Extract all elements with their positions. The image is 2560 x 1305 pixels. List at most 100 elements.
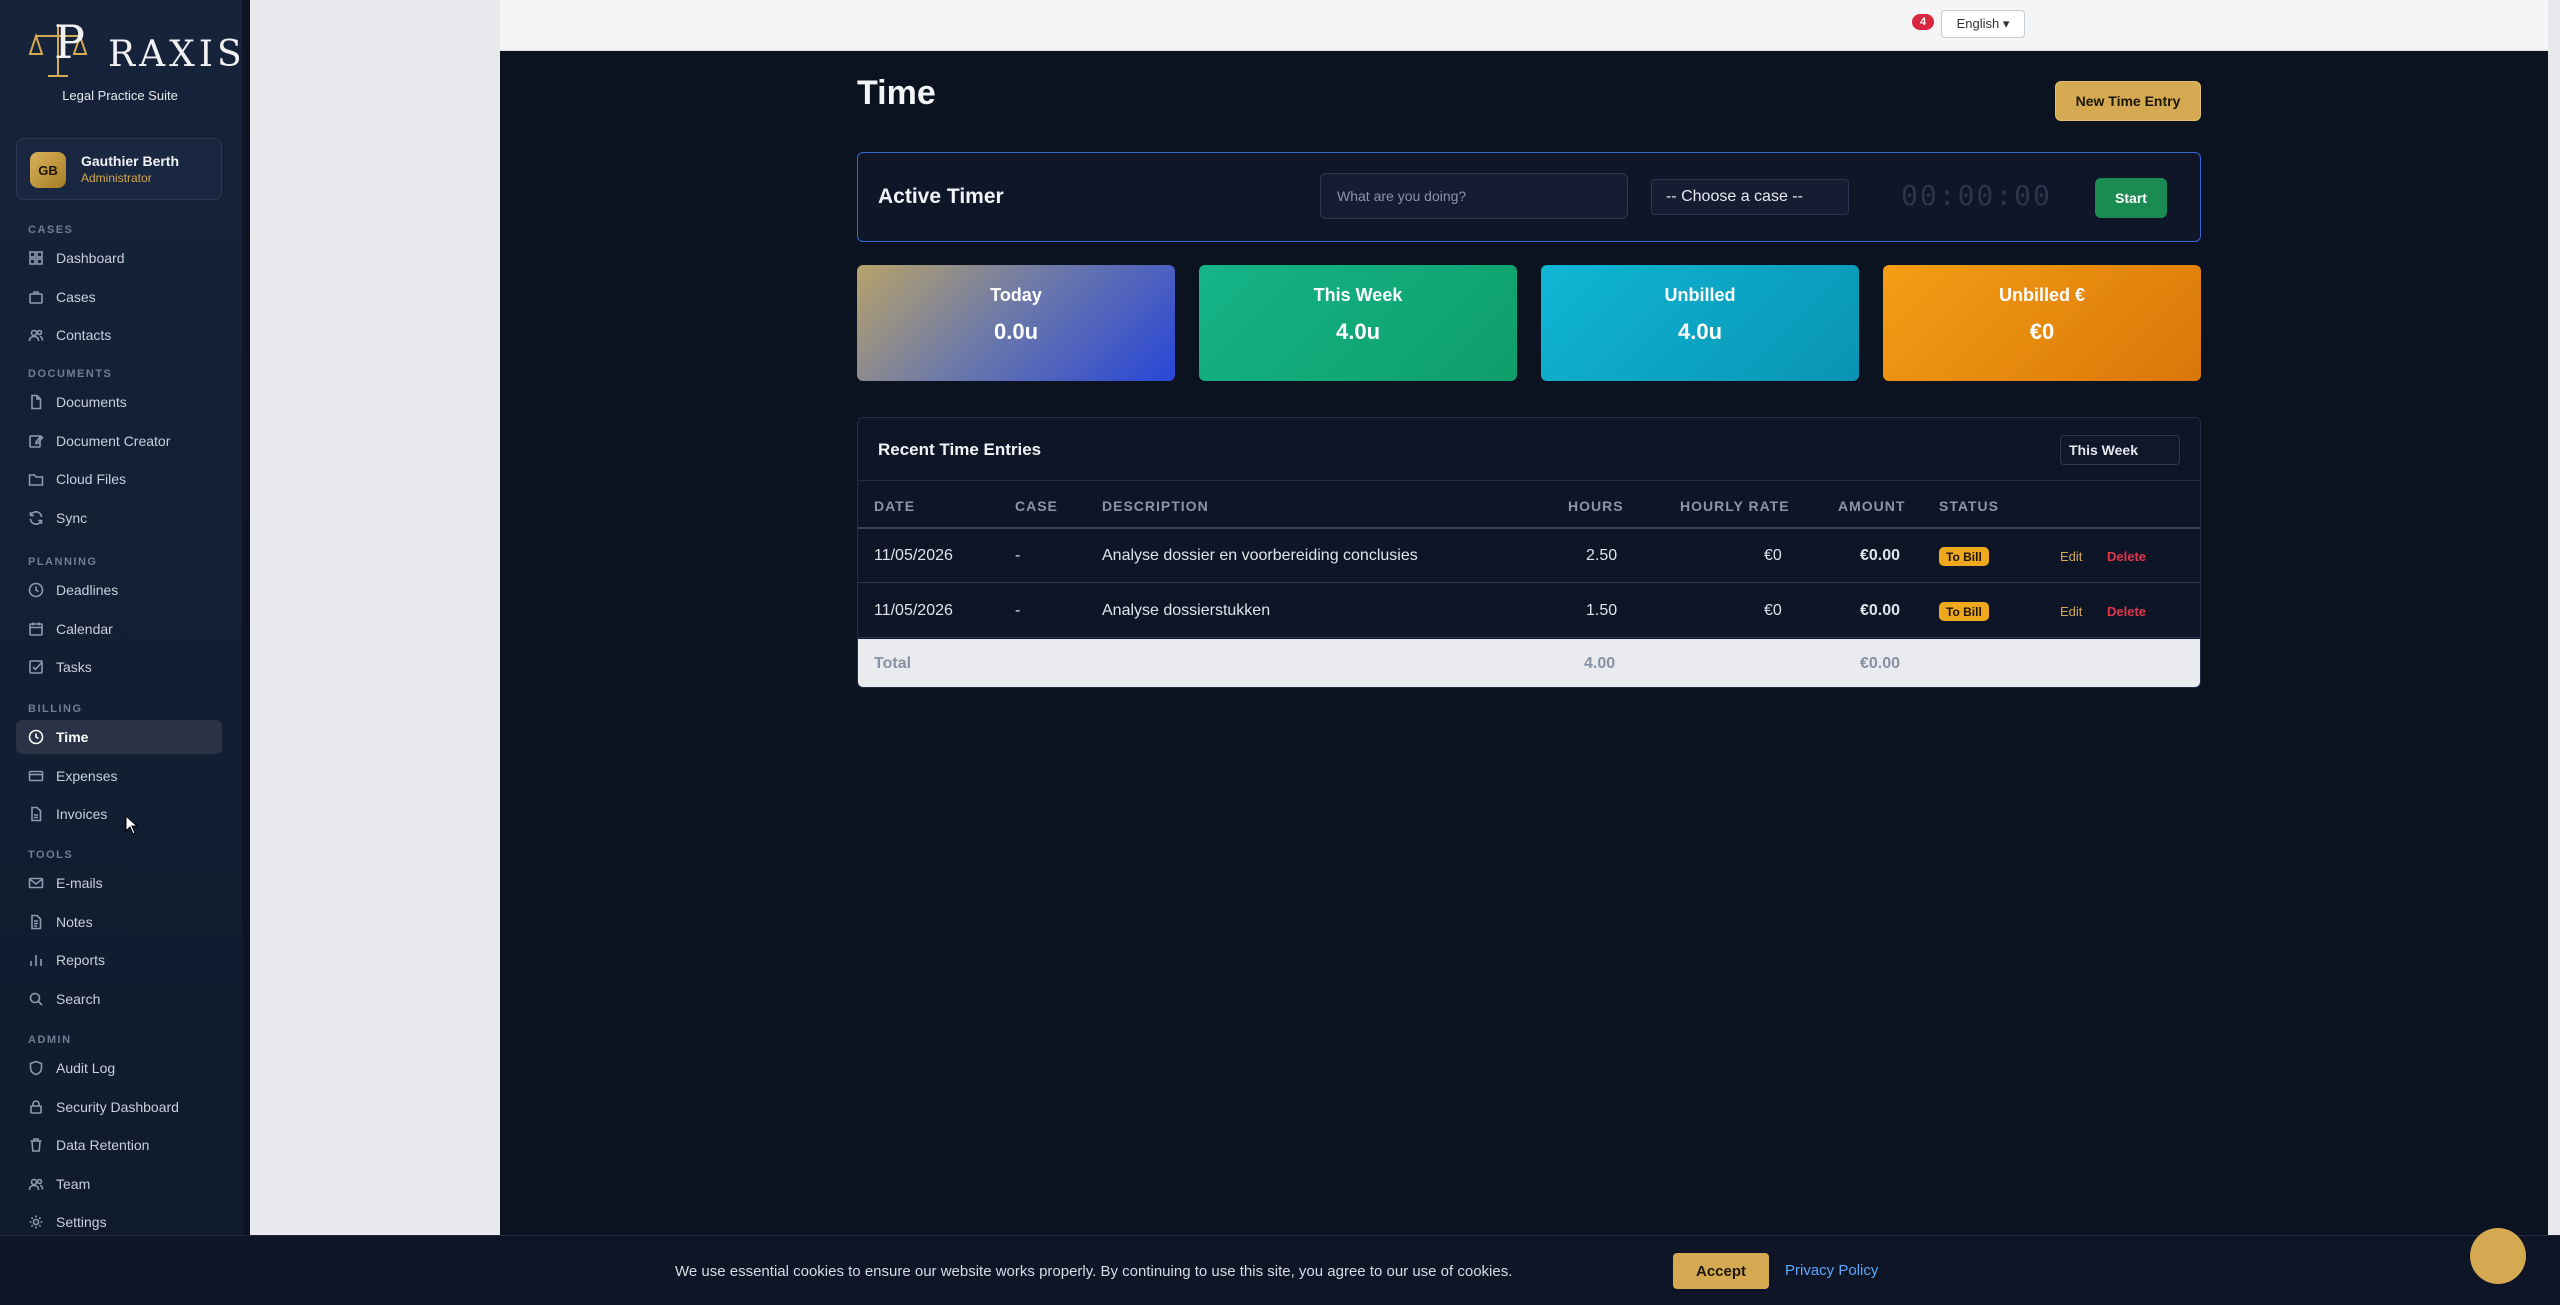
scales-of-justice-icon: P — [28, 15, 88, 77]
cell-hourly-rate: €0 — [1764, 602, 1782, 619]
sidebar-item-label: Document Creator — [56, 432, 171, 449]
sidebar-item-label: Data Retention — [56, 1137, 150, 1153]
stat-card-today: Today 0.0u — [857, 265, 1175, 381]
active-timer-title: Active Timer — [878, 185, 1004, 208]
sidebar-item-documents[interactable]: Documents — [16, 385, 222, 419]
status-badge: To Bill — [1939, 547, 1989, 566]
sidebar-section-label: PLANNING — [28, 556, 98, 568]
lock-icon — [30, 1099, 42, 1114]
sidebar-section-label: CASES — [28, 224, 74, 236]
sidebar-item-label: Reports — [56, 952, 106, 968]
sidebar-item-security-dashboard[interactable]: Security Dashboard — [16, 1090, 222, 1124]
users-icon — [28, 329, 44, 342]
column-header-description[interactable]: DESCRIPTION — [1102, 498, 1209, 514]
timer-description-input[interactable]: What are you doing? — [1320, 173, 1628, 219]
sidebar-item-label: Dashboard — [56, 250, 125, 266]
divider — [858, 480, 2200, 481]
sidebar-item-invoices[interactable]: Invoices — [16, 797, 222, 831]
delete-link[interactable]: Delete — [2107, 604, 2146, 619]
cell-case: - — [1015, 547, 1021, 564]
cell-amount: €0.00 — [1860, 547, 1901, 564]
edit-link[interactable]: Edit — [2060, 549, 2082, 564]
case-select[interactable]: -- Choose a case -- — [1651, 179, 1849, 215]
cell-date: 11/05/2026 — [874, 547, 953, 564]
sidebar-item-data-retention[interactable]: Data Retention — [16, 1128, 222, 1162]
sidebar-item-dashboard[interactable]: Dashboard — [16, 241, 222, 275]
sidebar-item-e-mails[interactable]: E-mails — [16, 866, 222, 900]
new-time-entry-button[interactable]: New Time Entry — [2055, 81, 2201, 121]
user-card[interactable]: GB Gauthier Berth Administrator — [16, 138, 222, 200]
stat-card-unbilled-eur: Unbilled € €0 — [1883, 265, 2201, 381]
sidebar-scrollbar[interactable] — [242, 0, 246, 1305]
sidebar-item-deadlines[interactable]: Deadlines — [16, 573, 222, 607]
privacy-policy-link[interactable]: Privacy Policy — [1785, 1262, 1878, 1279]
status-badge: To Bill — [1939, 602, 1989, 621]
total-amount: €0.00 — [1860, 655, 1901, 672]
edit-icon — [29, 434, 44, 448]
sidebar-item-settings[interactable]: Settings — [16, 1205, 222, 1239]
sidebar-item-label: Audit Log — [56, 1060, 116, 1076]
sidebar-section-label: ADMIN — [28, 1034, 72, 1046]
timer-clock: 00:00:00 — [1901, 179, 2052, 212]
sidebar-section-label: BILLING — [28, 703, 83, 715]
sidebar-item-sync[interactable]: Sync — [16, 501, 222, 535]
sidebar-item-label: Contacts — [56, 327, 112, 343]
sidebar-item-label: Time — [56, 729, 89, 745]
delete-link[interactable]: Delete — [2107, 549, 2146, 564]
mouse-cursor-icon — [125, 815, 139, 835]
accept-cookies-button[interactable]: Accept — [1673, 1253, 1769, 1289]
search-icon — [29, 992, 43, 1006]
card-icon — [28, 770, 44, 781]
sidebar-item-label: Deadlines — [56, 582, 119, 598]
sidebar-item-label: Team — [56, 1175, 91, 1192]
notification-badge[interactable]: 4 — [1912, 14, 1934, 30]
sidebar-item-tasks[interactable]: Tasks — [16, 650, 222, 684]
cell-case: - — [1015, 602, 1021, 619]
table-row[interactable]: 11/05/2026 - Analyse dossierstukken 1.50… — [858, 584, 2200, 638]
page-scrollbar[interactable] — [2548, 0, 2560, 1305]
sidebar-item-contacts[interactable]: Contacts — [16, 318, 222, 352]
sidebar-item-time[interactable]: Time — [16, 720, 222, 754]
stat-label: Today — [990, 285, 1042, 305]
file-icon — [31, 394, 42, 410]
stat-label: This Week — [1313, 285, 1403, 305]
table-row[interactable]: 11/05/2026 - Analyse dossier en voorbere… — [858, 529, 2200, 583]
cell-date: 11/05/2026 — [874, 602, 953, 619]
sidebar-item-team[interactable]: Team — [16, 1167, 222, 1201]
sidebar-item-label: Notes — [56, 913, 93, 930]
column-header-hours[interactable]: HOURS — [1568, 498, 1624, 514]
briefcase-icon — [29, 290, 43, 304]
sidebar-item-audit-log[interactable]: Audit Log — [16, 1051, 222, 1085]
praxis-logo[interactable]: P RAXIS — [28, 15, 242, 80]
invoice-icon — [31, 806, 42, 822]
edit-link[interactable]: Edit — [2060, 604, 2082, 619]
sidebar-item-cloud-files[interactable]: Cloud Files — [16, 462, 222, 496]
bar-chart-icon — [30, 955, 42, 966]
sidebar-item-label: Security Dashboard — [56, 1098, 179, 1115]
column-header-case[interactable]: CASE — [1015, 498, 1058, 514]
avatar: GB — [30, 152, 66, 188]
sidebar-item-notes[interactable]: Notes — [16, 905, 222, 939]
stat-value: 4.0u — [1335, 319, 1381, 344]
secondary-panel — [250, 0, 500, 1235]
mail-icon — [28, 877, 44, 889]
column-header-status[interactable]: STATUS — [1939, 498, 1999, 514]
total-row: Total 4.00 €0.00 — [858, 639, 2200, 687]
chat-widget-button[interactable] — [2470, 1228, 2526, 1284]
cell-amount: €0.00 — [1860, 602, 1901, 619]
sidebar-item-document-creator[interactable]: Document Creator — [16, 424, 222, 458]
sidebar-item-cases[interactable]: Cases — [16, 280, 222, 314]
sidebar-item-reports[interactable]: Reports — [16, 943, 222, 977]
column-header-hourly-rate[interactable]: HOURLY RATE — [1680, 498, 1790, 514]
start-timer-button[interactable]: Start — [2095, 178, 2167, 218]
sidebar-item-label: E-mails — [56, 875, 103, 891]
sidebar-item-calendar[interactable]: Calendar — [16, 612, 222, 646]
sidebar-item-search[interactable]: Search — [16, 982, 222, 1016]
language-select[interactable]: English ▾ — [1941, 10, 2025, 38]
column-header-amount[interactable]: AMOUNT — [1838, 498, 1905, 514]
column-header-date[interactable]: DATE — [874, 498, 915, 514]
clock-icon — [28, 582, 44, 598]
sidebar-item-expenses[interactable]: Expenses — [16, 759, 222, 793]
refresh-icon — [29, 510, 43, 525]
period-select[interactable]: This Week — [2060, 435, 2180, 465]
